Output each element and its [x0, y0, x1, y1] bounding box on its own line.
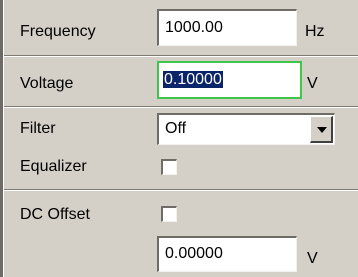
divider-highlight [4, 107, 358, 108]
voltage-input[interactable]: 0.10000 [157, 61, 302, 99]
divider-highlight [4, 190, 358, 191]
dc-offset-unit: V [307, 250, 318, 267]
panel-left-highlight [3, 0, 4, 277]
filter-dropdown[interactable]: Off [157, 113, 335, 145]
frequency-unit: Hz [305, 23, 325, 40]
filter-value: Off [165, 120, 187, 137]
settings-panel: Frequency 1000.00 Hz Voltage 0.10000 V F… [0, 0, 358, 277]
frequency-label: Frequency [20, 23, 96, 40]
frequency-input[interactable]: 1000.00 [157, 9, 297, 46]
frequency-value: 1000.00 [165, 19, 223, 36]
dropdown-button[interactable] [310, 116, 333, 143]
equalizer-label: Equalizer [20, 158, 87, 175]
dc-offset-label: DC Offset [20, 206, 90, 223]
dc-offset-checkbox[interactable] [161, 206, 177, 222]
divider-highlight [4, 56, 358, 57]
dc-offset-value: 0.00000 [165, 245, 223, 262]
chevron-down-icon [317, 127, 327, 133]
voltage-label: Voltage [20, 75, 74, 92]
filter-label: Filter [20, 120, 56, 137]
voltage-unit: V [307, 75, 318, 92]
dc-offset-input[interactable]: 0.00000 [157, 236, 297, 272]
voltage-value: 0.10000 [163, 71, 223, 88]
equalizer-checkbox[interactable] [161, 159, 177, 175]
